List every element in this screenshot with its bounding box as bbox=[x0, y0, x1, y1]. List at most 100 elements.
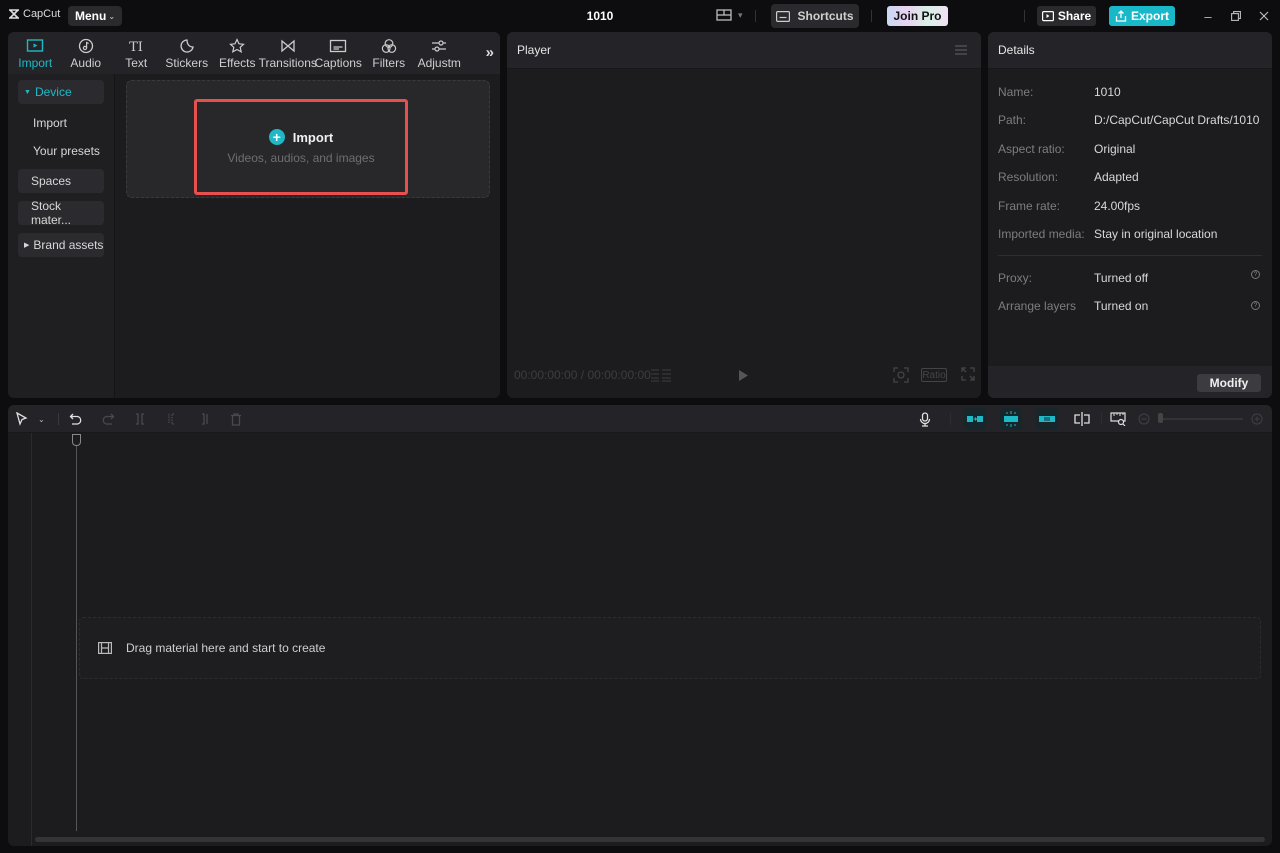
tab-label: Transitions bbox=[258, 56, 317, 70]
join-pro-button[interactable]: Join Pro bbox=[887, 6, 948, 26]
detail-row-resolution: Resolution: Adapted bbox=[998, 170, 1262, 184]
tab-stickers[interactable]: Stickers bbox=[162, 34, 213, 74]
sidebar-item-spaces[interactable]: Spaces bbox=[18, 169, 104, 193]
detail-row-imported-media: Imported media: Stay in original location bbox=[998, 227, 1262, 241]
playhead-handle[interactable] bbox=[72, 434, 81, 446]
sidebar-item-label: Spaces bbox=[31, 174, 72, 188]
track-header-column bbox=[8, 433, 32, 846]
play-icon[interactable] bbox=[739, 370, 749, 381]
tab-effects[interactable]: Effects bbox=[212, 34, 263, 74]
export-label: Export bbox=[1130, 9, 1169, 23]
sidebar-item-label: Stock mater... bbox=[31, 199, 72, 227]
export-button[interactable]: Export bbox=[1109, 6, 1175, 26]
minimize-button[interactable]: – bbox=[1200, 8, 1216, 24]
divider bbox=[950, 413, 951, 425]
tab-audio[interactable]: Audio bbox=[61, 34, 112, 74]
tab-import[interactable]: Import bbox=[10, 34, 61, 74]
export-icon bbox=[1115, 10, 1127, 22]
help-icon[interactable]: ? bbox=[1251, 270, 1260, 279]
more-tabs-button[interactable]: » bbox=[486, 44, 494, 61]
ratio-label: Ratio bbox=[922, 369, 946, 381]
tab-filters[interactable]: Filters bbox=[364, 34, 415, 74]
detail-value: Turned off bbox=[1094, 271, 1149, 285]
ratio-button[interactable]: Ratio bbox=[921, 368, 947, 382]
chevron-down-icon[interactable]: ⌄ bbox=[38, 411, 45, 427]
share-label: Share bbox=[1057, 9, 1092, 23]
undo-button[interactable] bbox=[69, 411, 83, 427]
detail-label: Imported media: bbox=[998, 227, 1085, 241]
menu-button[interactable]: Menu ⌄ bbox=[68, 6, 122, 26]
sidebar-item-stock-material[interactable]: Stock mater... bbox=[18, 199, 104, 227]
linkage-button[interactable] bbox=[1036, 408, 1058, 430]
shortcuts-button[interactable]: Shortcuts bbox=[771, 4, 859, 28]
divider bbox=[998, 255, 1262, 256]
detail-label: Resolution: bbox=[998, 170, 1059, 184]
timeline-toolbar: ⌄ bbox=[8, 405, 1272, 433]
sidebar-item-import[interactable]: Import bbox=[33, 116, 67, 130]
zoom-out-button[interactable] bbox=[1138, 411, 1150, 427]
redo-button[interactable] bbox=[101, 411, 115, 427]
fullscreen-icon[interactable] bbox=[961, 367, 975, 381]
import-subtitle: Videos, audios, and images bbox=[227, 151, 375, 165]
media-tabs: Import Audio TI Text Stickers Effects Tr… bbox=[8, 32, 500, 74]
link-icon bbox=[1039, 416, 1055, 422]
details-panel: Details Name: 1010 Path: D:/CapCut/CapCut … bbox=[988, 32, 1272, 398]
close-button[interactable] bbox=[1256, 8, 1272, 24]
zoom-slider-track[interactable] bbox=[1159, 418, 1243, 420]
split-button[interactable] bbox=[134, 411, 146, 427]
detail-value: Adapted bbox=[1094, 170, 1139, 184]
timeline-view-icon[interactable] bbox=[651, 369, 671, 382]
sidebar-item-label: Brand assets bbox=[33, 238, 104, 252]
detail-label: Aspect ratio: bbox=[998, 142, 1065, 156]
zoom-in-button[interactable] bbox=[1251, 411, 1263, 427]
svg-text:TI: TI bbox=[129, 40, 143, 54]
sidebar-item-brand-assets[interactable]: ▶ Brand assets bbox=[18, 233, 104, 257]
delete-right-icon bbox=[202, 413, 208, 425]
zoom-slider-handle[interactable] bbox=[1158, 413, 1163, 423]
detail-label: Name: bbox=[998, 85, 1034, 99]
zoom-fit-icon[interactable] bbox=[893, 367, 909, 383]
tab-transitions[interactable]: Transitions bbox=[259, 34, 317, 74]
layout-button[interactable]: ▾ bbox=[716, 9, 743, 21]
sidebar-item-device[interactable]: ▼ Device bbox=[18, 80, 104, 104]
tab-adjustment[interactable]: Adjustm bbox=[414, 34, 465, 74]
zoom-to-fit-button[interactable] bbox=[1110, 411, 1126, 427]
detail-value: D:/CapCut/CapCut Drafts/1010 bbox=[1094, 113, 1260, 127]
detail-value: 1010 bbox=[1094, 85, 1121, 99]
delete-right-button[interactable] bbox=[198, 411, 210, 427]
tab-text[interactable]: TI Text bbox=[111, 34, 162, 74]
player-controls: 00:00:00:00 / 00:00:00:00 Ratio bbox=[507, 364, 981, 386]
capcut-logo-icon bbox=[9, 9, 19, 19]
select-tool-button[interactable] bbox=[16, 411, 28, 427]
sidebar-item-your-presets[interactable]: Your presets bbox=[33, 144, 100, 158]
delete-button[interactable] bbox=[230, 411, 242, 427]
hamburger-menu-icon[interactable] bbox=[955, 45, 967, 55]
tab-captions[interactable]: Captions bbox=[313, 34, 364, 74]
ruler-search-icon bbox=[1110, 412, 1126, 426]
modify-button[interactable]: Modify bbox=[1197, 374, 1261, 392]
playhead-line[interactable] bbox=[76, 434, 77, 831]
divider bbox=[1024, 10, 1025, 22]
share-button[interactable]: Share bbox=[1037, 6, 1096, 26]
auto-snapping-button[interactable] bbox=[1000, 408, 1022, 430]
adjustment-icon bbox=[432, 40, 447, 52]
import-dropzone[interactable]: + Import Videos, audios, and images bbox=[126, 80, 490, 198]
chevron-down-icon: ▾ bbox=[738, 9, 743, 20]
restore-button[interactable] bbox=[1228, 8, 1244, 24]
detail-value: Stay in original location bbox=[1094, 227, 1218, 241]
microphone-icon bbox=[919, 411, 931, 427]
preview-axis-button[interactable] bbox=[1074, 411, 1090, 427]
record-audio-button[interactable] bbox=[919, 411, 931, 427]
help-icon[interactable]: ? bbox=[1251, 301, 1260, 310]
drop-hint: Drag material here and start to create bbox=[126, 641, 326, 655]
app-logo: CapCut bbox=[8, 8, 60, 20]
snapping-icon bbox=[1004, 411, 1018, 427]
horizontal-scrollbar[interactable] bbox=[35, 837, 1265, 842]
import-button[interactable]: + Import Videos, audios, and images bbox=[194, 99, 408, 195]
timeline-drop-area[interactable]: Drag material here and start to create bbox=[79, 617, 1261, 679]
main-track-magnet-button[interactable] bbox=[964, 408, 986, 430]
player-title: Player bbox=[517, 43, 552, 57]
redo-icon bbox=[102, 413, 115, 425]
delete-left-button[interactable] bbox=[166, 411, 178, 427]
detail-row-proxy: Proxy: Turned off bbox=[998, 271, 1262, 285]
